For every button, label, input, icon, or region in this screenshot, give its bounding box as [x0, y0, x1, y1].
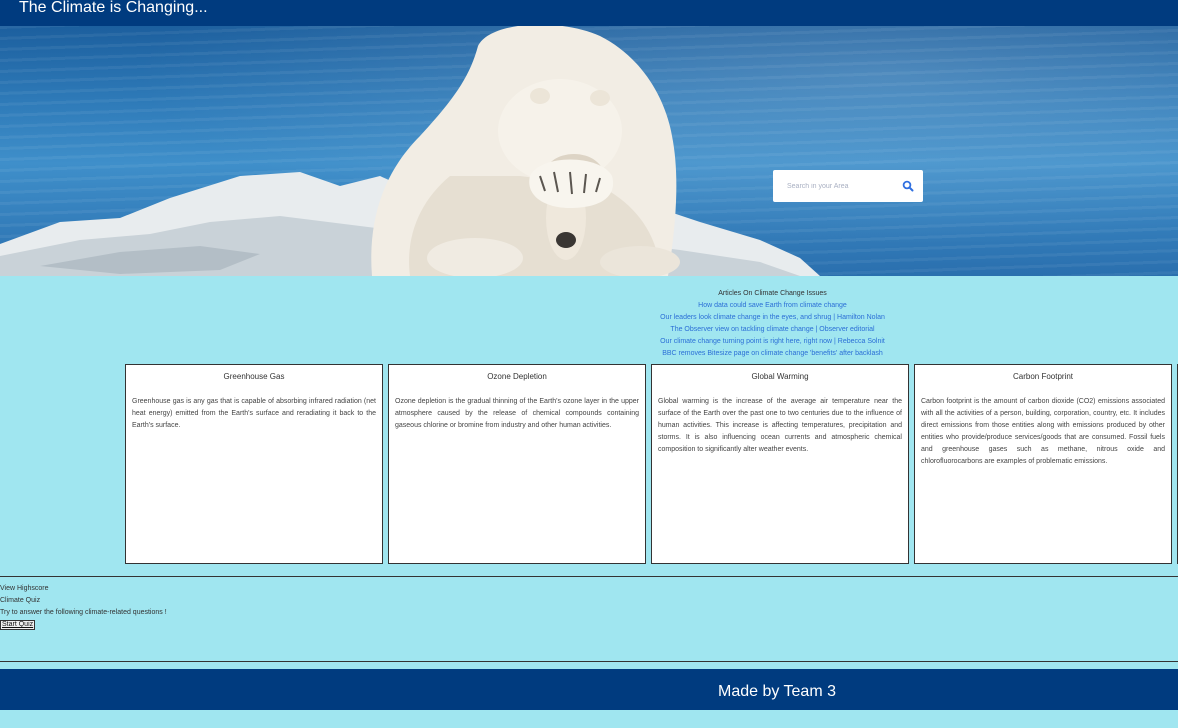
quiz-description: Try to answer the following climate-rela… — [0, 609, 167, 616]
footer-credit: Made by Team 3 — [718, 683, 836, 700]
card-body: Ozone depletion is the gradual thinning … — [395, 398, 639, 429]
card-title: Global Warming — [751, 372, 809, 381]
articles-section: Articles On Climate Change Issues How da… — [600, 288, 945, 360]
view-highscore-link[interactable]: View Highscore — [0, 583, 167, 595]
article-link[interactable]: The Observer view on tackling climate ch… — [600, 324, 945, 336]
search-bar — [773, 170, 923, 202]
card-title: Ozone Depletion — [487, 372, 547, 381]
article-link[interactable]: BBC removes Bitesize page on climate cha… — [600, 348, 945, 360]
articles-heading: Articles On Climate Change Issues — [718, 290, 827, 297]
card-body: Greenhouse gas is any gas that is capabl… — [132, 398, 376, 429]
card-body: Global warming is the increase of the av… — [658, 398, 902, 453]
hero-banner — [0, 26, 1178, 276]
site-title: The Climate is Changing... — [19, 0, 208, 16]
topic-cards: Greenhouse Gas Greenhouse gas is any gas… — [125, 364, 1178, 564]
card-title: Greenhouse Gas — [223, 372, 285, 381]
card-global-warming: Global Warming Global warming is the inc… — [651, 364, 909, 564]
article-link[interactable]: Our leaders look climate change in the e… — [600, 312, 945, 324]
footer-bar: Made by Team 3 — [0, 669, 1178, 710]
polar-bear-image — [0, 26, 820, 276]
start-quiz-button[interactable]: Start Quiz — [0, 620, 36, 630]
article-link[interactable]: How data could save Earth from climate c… — [600, 300, 945, 312]
article-link[interactable]: Our climate change turning point is righ… — [600, 336, 945, 348]
divider — [0, 661, 1178, 662]
card-body: Carbon footprint is the amount of carbon… — [921, 398, 1165, 465]
card-ozone-depletion: Ozone Depletion Ozone depletion is the g… — [388, 364, 646, 564]
search-input[interactable] — [787, 179, 897, 193]
quiz-title: Climate Quiz — [0, 597, 41, 604]
card-carbon-footprint: Carbon Footprint Carbon footprint is the… — [914, 364, 1172, 564]
divider — [0, 576, 1178, 577]
search-icon[interactable] — [902, 179, 914, 192]
card-greenhouse-gas: Greenhouse Gas Greenhouse gas is any gas… — [125, 364, 383, 564]
card-title: Carbon Footprint — [1012, 372, 1074, 381]
quiz-section: View Highscore Climate Quiz Try to answe… — [0, 583, 167, 631]
header-bar: The Climate is Changing... — [0, 0, 1178, 26]
